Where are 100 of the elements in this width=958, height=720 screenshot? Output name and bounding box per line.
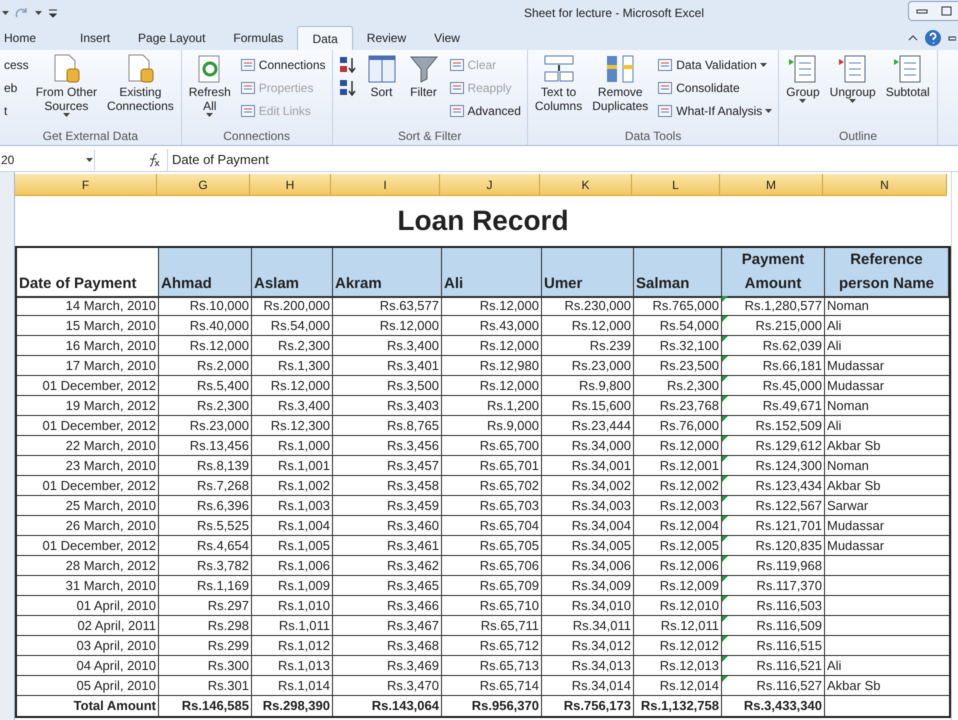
column-header[interactable]: L [632, 174, 720, 196]
ribbon-button[interactable]: Group [783, 53, 823, 125]
amount-cell: Rs.3,400 [333, 336, 442, 356]
name-box[interactable]: 20 [0, 150, 95, 170]
ribbon-button[interactable]: Filter [404, 53, 442, 125]
ribbon-button[interactable]: Existing Connections [104, 53, 177, 125]
button-label: Data Validation [676, 56, 757, 74]
amount-cell: Rs.3,456 [333, 436, 442, 456]
amount-cell: Rs.3,462 [333, 556, 442, 576]
collapse-ribbon-icon[interactable] [908, 34, 918, 42]
ribbon-tab[interactable]: Review [352, 26, 420, 50]
ribbon-button[interactable]: Connections [238, 53, 328, 76]
amount-cell: Rs.297 [159, 596, 252, 616]
ribbon-button[interactable]: What-If Analysis [655, 99, 774, 122]
button-label: Columns [534, 99, 582, 113]
amount-cell: Rs.34,014 [542, 676, 634, 696]
date-cell: 01 December, 2012 [17, 476, 159, 496]
total-cell: Rs.143,064 [333, 696, 442, 716]
amount-cell: Rs.299 [159, 636, 252, 656]
amount-cell: Rs.12,006 [634, 556, 722, 576]
button-label: Sources [44, 99, 88, 113]
help-icon[interactable] [924, 29, 942, 47]
amount-cell: Rs.12,010 [634, 596, 722, 616]
button-label: Duplicates [592, 99, 648, 113]
amount-cell: Rs.12,000 [333, 316, 442, 336]
sheet-title: Loan Record [396, 204, 570, 238]
date-cell: 02 April, 2011 [17, 616, 159, 636]
ribbon-tab[interactable]: Data [297, 26, 353, 50]
column-header[interactable]: H [250, 174, 331, 196]
amount-cell: Rs.1,200 [442, 396, 542, 416]
amount-cell: Rs.2,300 [159, 396, 252, 416]
ribbon-tab[interactable]: Formulas [219, 26, 298, 50]
amount-cell: Rs.34,004 [542, 516, 634, 536]
payment-amount: Rs.116,509 [756, 617, 822, 635]
amount-cell: Rs.12,001 [634, 456, 722, 476]
customize-toolbar-icon[interactable] [48, 7, 58, 19]
amount-cell: Rs.12,000 [634, 436, 722, 456]
column-header[interactable]: K [540, 174, 632, 196]
amount-cell: Rs.13,456 [159, 436, 252, 456]
amount-cell: Rs.3,457 [333, 456, 442, 476]
ribbon-button[interactable]: Data Validation [655, 53, 774, 76]
date-cell: 03 April, 2010 [17, 636, 159, 656]
total-cell: Rs.146,585 [159, 696, 252, 716]
amount-cell: Rs.54,000 [634, 316, 722, 336]
amount-cell: Rs.12,012 [634, 636, 722, 656]
amount-cell: Rs.65,705 [442, 536, 542, 556]
fx-icon[interactable] [147, 152, 161, 166]
column-header[interactable]: N [823, 174, 947, 196]
amount-cell: Rs.1,003 [252, 496, 333, 516]
ribbon-tab[interactable]: View [420, 26, 474, 50]
column-header[interactable]: J [440, 174, 540, 196]
column-header[interactable]: F [15, 174, 157, 196]
ribbon-button[interactable]: Consolidate [655, 76, 774, 99]
column-heading: Akram [333, 248, 442, 298]
ribbon-button[interactable]: cess [4, 53, 29, 76]
ribbon-button[interactable]: Ungroup [826, 53, 879, 125]
ribbon-button[interactable]: eb [4, 76, 29, 99]
amount-cell: Rs.2,300 [634, 376, 722, 396]
ribbon-button[interactable]: Subtotal [882, 53, 933, 125]
amount-cell: Rs.1,000 [252, 436, 333, 456]
total-cell: Rs.756,173 [542, 696, 634, 716]
payment-amount: Rs.152,509 [756, 417, 822, 435]
amount-cell: Rs.65,709 [442, 576, 542, 596]
ribbon-button[interactable]: Text to Columns [532, 53, 586, 125]
amount-cell: Rs.65,711 [442, 616, 542, 636]
column-header[interactable]: M [720, 174, 823, 196]
amount-cell: Rs.3,458 [333, 476, 442, 496]
amount-cell: Rs.12,009 [634, 576, 722, 596]
reference-cell: Akbar Sb [825, 476, 949, 496]
ribbon-button[interactable]: Advanced [446, 99, 523, 122]
amount-cell: Rs.40,000 [159, 316, 252, 336]
amount-cell: Rs.34,001 [542, 456, 634, 476]
ribbon-tab[interactable]: Insert [66, 26, 124, 50]
reference-cell: Mudassar [825, 536, 949, 556]
button-label: What-If Analysis [676, 102, 762, 120]
payment-amount: Rs.129,612 [756, 437, 822, 455]
reference-cell: Akbar Sb [825, 436, 949, 456]
ribbon-button[interactable]: From Other Sources [32, 53, 100, 125]
button-label: All [203, 99, 216, 113]
ribbon-button[interactable]: t [4, 99, 29, 122]
formula-field[interactable]: Date of Payment [167, 148, 958, 170]
amount-cell: Rs.3,461 [333, 536, 442, 556]
ribbon-button[interactable]: Refresh All [186, 53, 234, 125]
button-label: Reapply [468, 80, 512, 96]
date-cell: 01 December, 2012 [17, 376, 159, 396]
amount-cell: Rs.23,500 [634, 356, 722, 376]
ribbon-tab[interactable]: Home [0, 26, 40, 50]
amount-cell: Rs.12,014 [634, 676, 722, 696]
amount-cell: Rs.12,011 [634, 616, 722, 636]
column-header[interactable]: I [331, 174, 440, 196]
amount-cell: Rs.3,403 [333, 396, 442, 416]
ribbon-tab[interactable]: Page Layout [124, 26, 220, 50]
column-header[interactable]: G [157, 174, 250, 196]
ribbon-button[interactable]: Sort [362, 53, 400, 125]
payment-amount: Rs.120,835 [756, 537, 822, 555]
amount-cell: Rs.1,006 [252, 556, 333, 576]
ribbon-button[interactable]: Remove Duplicates [589, 53, 652, 125]
column-heading: Ahmad [159, 248, 252, 298]
total-cell: Rs.1,132,758 [634, 696, 722, 716]
payment-amount: Rs.62,039 [762, 337, 822, 355]
